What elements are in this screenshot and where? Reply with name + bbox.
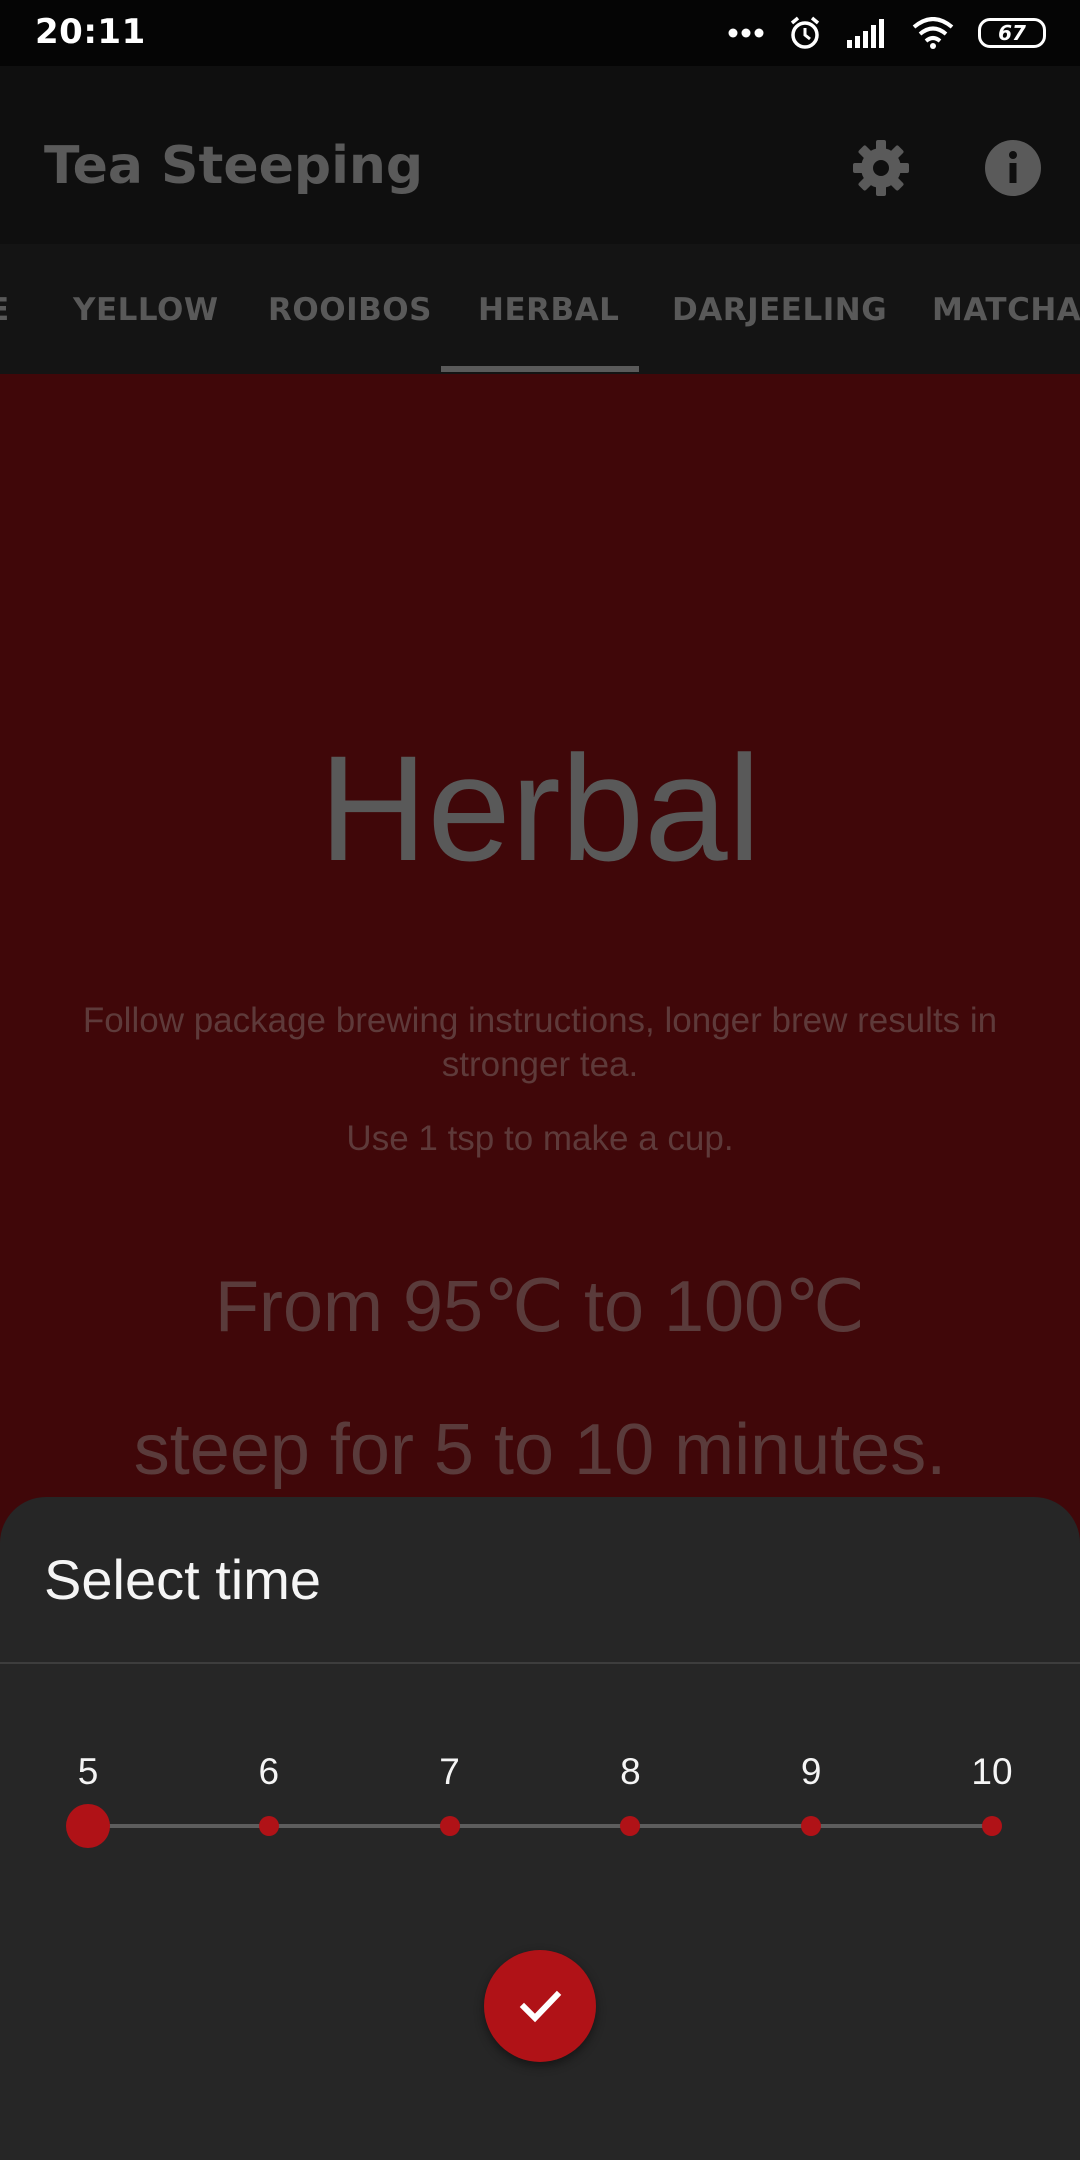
- slider-track[interactable]: [88, 1824, 992, 1828]
- tea-name: Herbal: [319, 724, 761, 892]
- tick-label-10[interactable]: 10: [952, 1751, 1032, 1793]
- tab-bar: E YELLOW ROOIBOS HERBAL DARJEELING MATCH…: [0, 244, 1080, 374]
- tea-steep-time: steep for 5 to 10 minutes.: [133, 1410, 947, 1490]
- confirm-button[interactable]: [484, 1950, 596, 2062]
- tea-temperature: From 95℃ to 100℃: [215, 1267, 865, 1347]
- gear-icon[interactable]: [848, 135, 914, 201]
- tab-indicator: [441, 366, 639, 372]
- tick-label-9[interactable]: 9: [771, 1751, 851, 1793]
- status-time: 20:11: [35, 12, 146, 52]
- battery-icon: 67: [978, 18, 1046, 48]
- tick-dot-9[interactable]: [801, 1816, 822, 1836]
- tick-label-5[interactable]: 5: [48, 1751, 128, 1793]
- app-bar: Tea Steeping: [0, 66, 1080, 244]
- signal-icon: [846, 18, 888, 48]
- battery-level: 67: [998, 21, 1026, 45]
- tick-label-7[interactable]: 7: [410, 1751, 490, 1793]
- tick-dot-6[interactable]: [258, 1816, 279, 1836]
- more-dots-icon: [728, 27, 764, 39]
- alarm-icon: [788, 15, 822, 51]
- tea-amount: Use 1 tsp to make a cup.: [346, 1119, 734, 1158]
- tea-description: Follow package brewing instructions, lon…: [82, 1001, 998, 1084]
- app-title: Tea Steeping: [44, 136, 424, 196]
- tick-dot-7[interactable]: [439, 1816, 460, 1836]
- status-icons: 67: [728, 13, 1046, 53]
- tick-dot-8[interactable]: [620, 1816, 641, 1836]
- tick-label-6[interactable]: 6: [229, 1751, 309, 1793]
- tab-yellow[interactable]: YELLOW: [73, 292, 219, 328]
- status-bar: 20:11 67: [0, 0, 1080, 66]
- tab-herbal[interactable]: HERBAL: [478, 292, 619, 328]
- select-time-sheet: Select time 5 6 7 8 9 10: [0, 1497, 1080, 2160]
- wifi-icon: [912, 17, 954, 49]
- check-icon: [519, 1990, 562, 2023]
- tab-darjeeling[interactable]: DARJEELING: [672, 292, 887, 328]
- tab-rooibos[interactable]: ROOIBOS: [268, 292, 432, 328]
- tab-partial[interactable]: E: [0, 292, 10, 328]
- tab-matcha[interactable]: MATCHA: [932, 292, 1080, 328]
- info-icon[interactable]: [980, 135, 1046, 201]
- tick-label-8[interactable]: 8: [590, 1751, 670, 1793]
- slider-thumb[interactable]: [66, 1804, 110, 1848]
- tick-dot-10[interactable]: [982, 1816, 1002, 1836]
